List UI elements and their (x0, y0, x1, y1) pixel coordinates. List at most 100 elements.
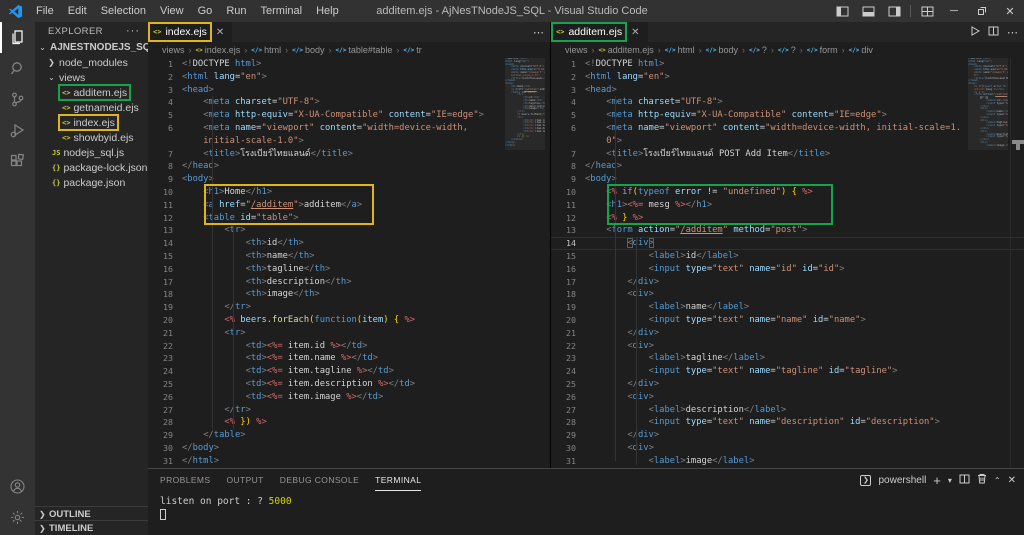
account-icon[interactable] (0, 471, 35, 502)
breadcrumb-item-index-ejs[interactable]: <>index.ejs (196, 45, 241, 55)
menu-edit[interactable]: Edit (61, 0, 94, 22)
code-line[interactable]: 16 <input type="text" name="id" id="id"> (551, 263, 1024, 276)
minimize-button[interactable]: ─ (940, 0, 968, 22)
code-line[interactable]: 21 <tr> (148, 327, 550, 340)
outline-section[interactable]: ❯ OUTLINE (35, 506, 148, 521)
code-line[interactable]: 20 <input type="text" name="name" id="na… (551, 314, 1024, 327)
panel-tab-problems[interactable]: PROBLEMS (160, 469, 210, 491)
sidebar-item-package-lock-json[interactable]: {}package-lock.json (35, 160, 148, 175)
code-line[interactable]: 2<html lang="en"> (148, 71, 550, 84)
overview-ruler[interactable] (1010, 58, 1024, 468)
code-line[interactable]: 0"> (551, 135, 1024, 148)
code-editor-index-ejs[interactable]: 1<!DOCTYPE html>2<html lang="en">3<head>… (148, 58, 550, 468)
code-line[interactable]: 13 <form action="/additem" method="post"… (551, 224, 1024, 237)
code-line[interactable]: 20 <% beers.forEach(function(item) { %> (148, 314, 550, 327)
menu-run[interactable]: Run (219, 0, 253, 22)
code-line[interactable]: 17 <th>description</th> (148, 276, 550, 289)
maximize-panel-icon[interactable]: ⌃ (994, 476, 1001, 485)
shell-name[interactable]: powershell (878, 475, 926, 486)
code-line[interactable]: 2<html lang="en"> (551, 71, 1024, 84)
code-line[interactable]: 5 <meta http-equiv="X-UA-Compatible" con… (551, 109, 1024, 122)
timeline-section[interactable]: ❯ TIMELINE (35, 520, 148, 535)
code-line[interactable]: 25 <td><%= item.description %></td> (148, 378, 550, 391)
code-line[interactable]: 30</body> (148, 442, 550, 455)
close-tab-icon[interactable]: ✕ (627, 27, 643, 38)
code-line[interactable]: 29 </table> (148, 429, 550, 442)
minimap-slider[interactable] (968, 58, 1008, 150)
sidebar-item-views[interactable]: ⌄views (35, 70, 148, 85)
code-line[interactable]: 22 <div> (551, 340, 1024, 353)
sidebar-item-showbyid-ejs[interactable]: <>showbyid.ejs (35, 130, 148, 145)
menu-terminal[interactable]: Terminal (254, 0, 310, 22)
sidebar-item-ajnestnodejs-sql[interactable]: ⌄AJNESTNODEJS_SQL (35, 40, 148, 55)
close-panel-icon[interactable]: ✕ (1008, 475, 1016, 486)
code-line[interactable]: 14 <div> (551, 237, 1024, 250)
code-line[interactable]: 26 <div> (551, 391, 1024, 404)
code-line[interactable]: 24 <input type="text" name="tagline" id=… (551, 365, 1024, 378)
split-terminal-icon[interactable] (959, 474, 970, 487)
explorer-icon[interactable] (0, 22, 35, 53)
panel-tab-terminal[interactable]: TERMINAL (375, 469, 421, 491)
minimap[interactable]: <!DOCTYPE html><html lang="en"><head> <m… (968, 58, 1008, 468)
code-line[interactable]: 9<body> (551, 173, 1024, 186)
breadcrumb-item-form[interactable]: </>form (807, 45, 838, 55)
code-line[interactable]: 18 <div> (551, 288, 1024, 301)
terminal-dropdown-icon[interactable]: ▾ (948, 476, 952, 485)
tab-index-ejs[interactable]: <>index.ejs ✕ (148, 22, 232, 42)
code-line[interactable]: 31</html> (148, 455, 550, 468)
sidebar-item-getnameid-ejs[interactable]: <>getnameid.ejs (35, 100, 148, 115)
code-line[interactable]: 7 <title>โรงเบียร์ไทยแลนด์ POST Add Item… (551, 148, 1024, 161)
toggle-panel-icon[interactable] (855, 0, 881, 22)
code-line[interactable]: 15 <th>name</th> (148, 250, 550, 263)
sidebar-item-index-ejs[interactable]: <>index.ejs (35, 115, 148, 130)
breadcrumb-item-div[interactable]: </>div (849, 45, 873, 55)
code-line[interactable]: 14 <th>id</th> (148, 237, 550, 250)
code-line[interactable]: 19 </tr> (148, 301, 550, 314)
editor-more-actions-icon[interactable]: ⋯ (1007, 26, 1018, 39)
code-line[interactable]: 4 <meta charset="UTF-8"> (551, 96, 1024, 109)
breadcrumb-item-html[interactable]: </>html (665, 45, 695, 55)
code-line[interactable]: 1<!DOCTYPE html> (148, 58, 550, 71)
sidebar-item-nodejs-sql-js[interactable]: JSnodejs_sql.js (35, 145, 148, 160)
code-line[interactable]: 30 <div> (551, 442, 1024, 455)
search-icon[interactable] (0, 53, 35, 84)
code-line[interactable]: 25 </div> (551, 378, 1024, 391)
code-line[interactable]: 24 <td><%= item.tagline %></td> (148, 365, 550, 378)
restore-button[interactable] (968, 0, 996, 22)
breadcrumb-item-views[interactable]: views (162, 45, 185, 55)
code-line[interactable]: 7 <title>โรงเบียร์ไทยแลนด์</title> (148, 148, 550, 161)
code-line[interactable]: 22 <td><%= item.id %></td> (148, 340, 550, 353)
code-line[interactable]: 9<body> (148, 173, 550, 186)
menu-go[interactable]: Go (191, 0, 220, 22)
code-line[interactable]: 3<head> (148, 84, 550, 97)
new-terminal-icon[interactable]: + (933, 473, 941, 488)
breadcrumb-item-html[interactable]: </>html (251, 45, 281, 55)
extensions-icon[interactable] (0, 146, 35, 177)
breadcrumb-item--[interactable]: </>? (778, 45, 796, 55)
toggle-sidebar-icon[interactable] (829, 0, 855, 22)
panel-tab-output[interactable]: OUTPUT (226, 469, 263, 491)
menu-view[interactable]: View (153, 0, 191, 22)
code-line[interactable]: 23 <td><%= item.name %></td> (148, 352, 550, 365)
run-debug-icon[interactable] (0, 115, 35, 146)
code-line[interactable]: 12 <% } %> (551, 212, 1024, 225)
menu-selection[interactable]: Selection (94, 0, 153, 22)
breadcrumb-item-additem-ejs[interactable]: <>additem.ejs (599, 45, 654, 55)
code-line[interactable]: 19 <label>name</label> (551, 301, 1024, 314)
tab-additem-ejs[interactable]: <>additem.ejs ✕ (551, 22, 648, 42)
run-file-icon[interactable] (970, 26, 980, 39)
sidebar-item-node-modules[interactable]: ❯node_modules (35, 55, 148, 70)
customize-layout-icon[interactable] (914, 0, 940, 22)
breadcrumb-item-views[interactable]: views (565, 45, 588, 55)
editor-more-actions-icon[interactable]: ⋯ (533, 26, 544, 39)
code-line[interactable]: initial-scale-1.0"> (148, 135, 550, 148)
settings-gear-icon[interactable] (0, 502, 35, 533)
terminal-output[interactable]: listen on port : ? 5000 (148, 491, 1024, 521)
code-line[interactable]: 13 <tr> (148, 224, 550, 237)
code-line[interactable]: 8</head> (148, 160, 550, 173)
code-line[interactable]: 3<head> (551, 84, 1024, 97)
code-line[interactable]: 4 <meta charset="UTF-8"> (148, 96, 550, 109)
code-line[interactable]: 1<!DOCTYPE html> (551, 58, 1024, 71)
breadcrumb-item-table-table[interactable]: </>table#table (336, 45, 393, 55)
minimap-slider[interactable] (505, 58, 545, 150)
